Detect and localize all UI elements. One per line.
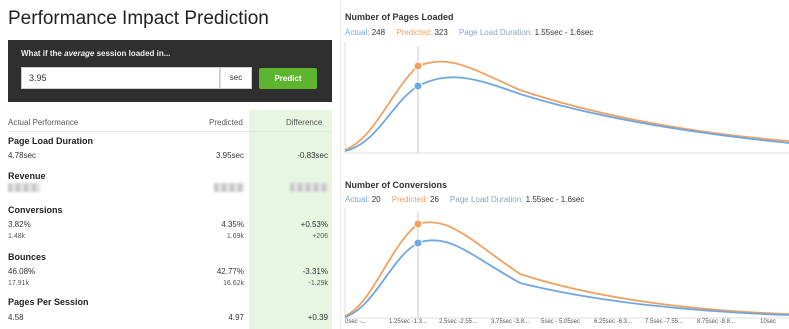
chart2-predicted-line xyxy=(344,221,789,317)
x-tick-label: 3.75sec -3.8... xyxy=(491,319,530,325)
x-tick-label: 0sec -... xyxy=(345,319,367,325)
chart1-predicted-marker xyxy=(413,61,423,71)
chart2-predicted-marker xyxy=(413,219,423,229)
x-tick-label: 6.25sec -6.3... xyxy=(594,319,633,325)
x-tick-label: 1.25sec -1.3... xyxy=(389,319,428,325)
x-tick-label: 5sec - 5.05sec xyxy=(541,319,581,325)
distribution-charts xyxy=(344,42,789,319)
chart1-actual-line xyxy=(344,76,789,152)
x-tick-label: 8.75sec -8.8... xyxy=(697,319,736,325)
x-tick-label: 10sec xyxy=(760,319,777,325)
x-axis-tick-labels: 0sec -... 1.25sec -1.3... 2.5sec -2.55..… xyxy=(345,317,789,329)
chart1-predicted-line xyxy=(344,60,789,151)
x-tick-label: 7.5sec -7.55... xyxy=(645,319,684,325)
chart2-actual-marker xyxy=(413,238,423,248)
x-tick-label: 2.5sec -2.55... xyxy=(439,319,478,325)
chart1-actual-marker xyxy=(413,81,423,91)
chart2-actual-line xyxy=(344,239,789,318)
